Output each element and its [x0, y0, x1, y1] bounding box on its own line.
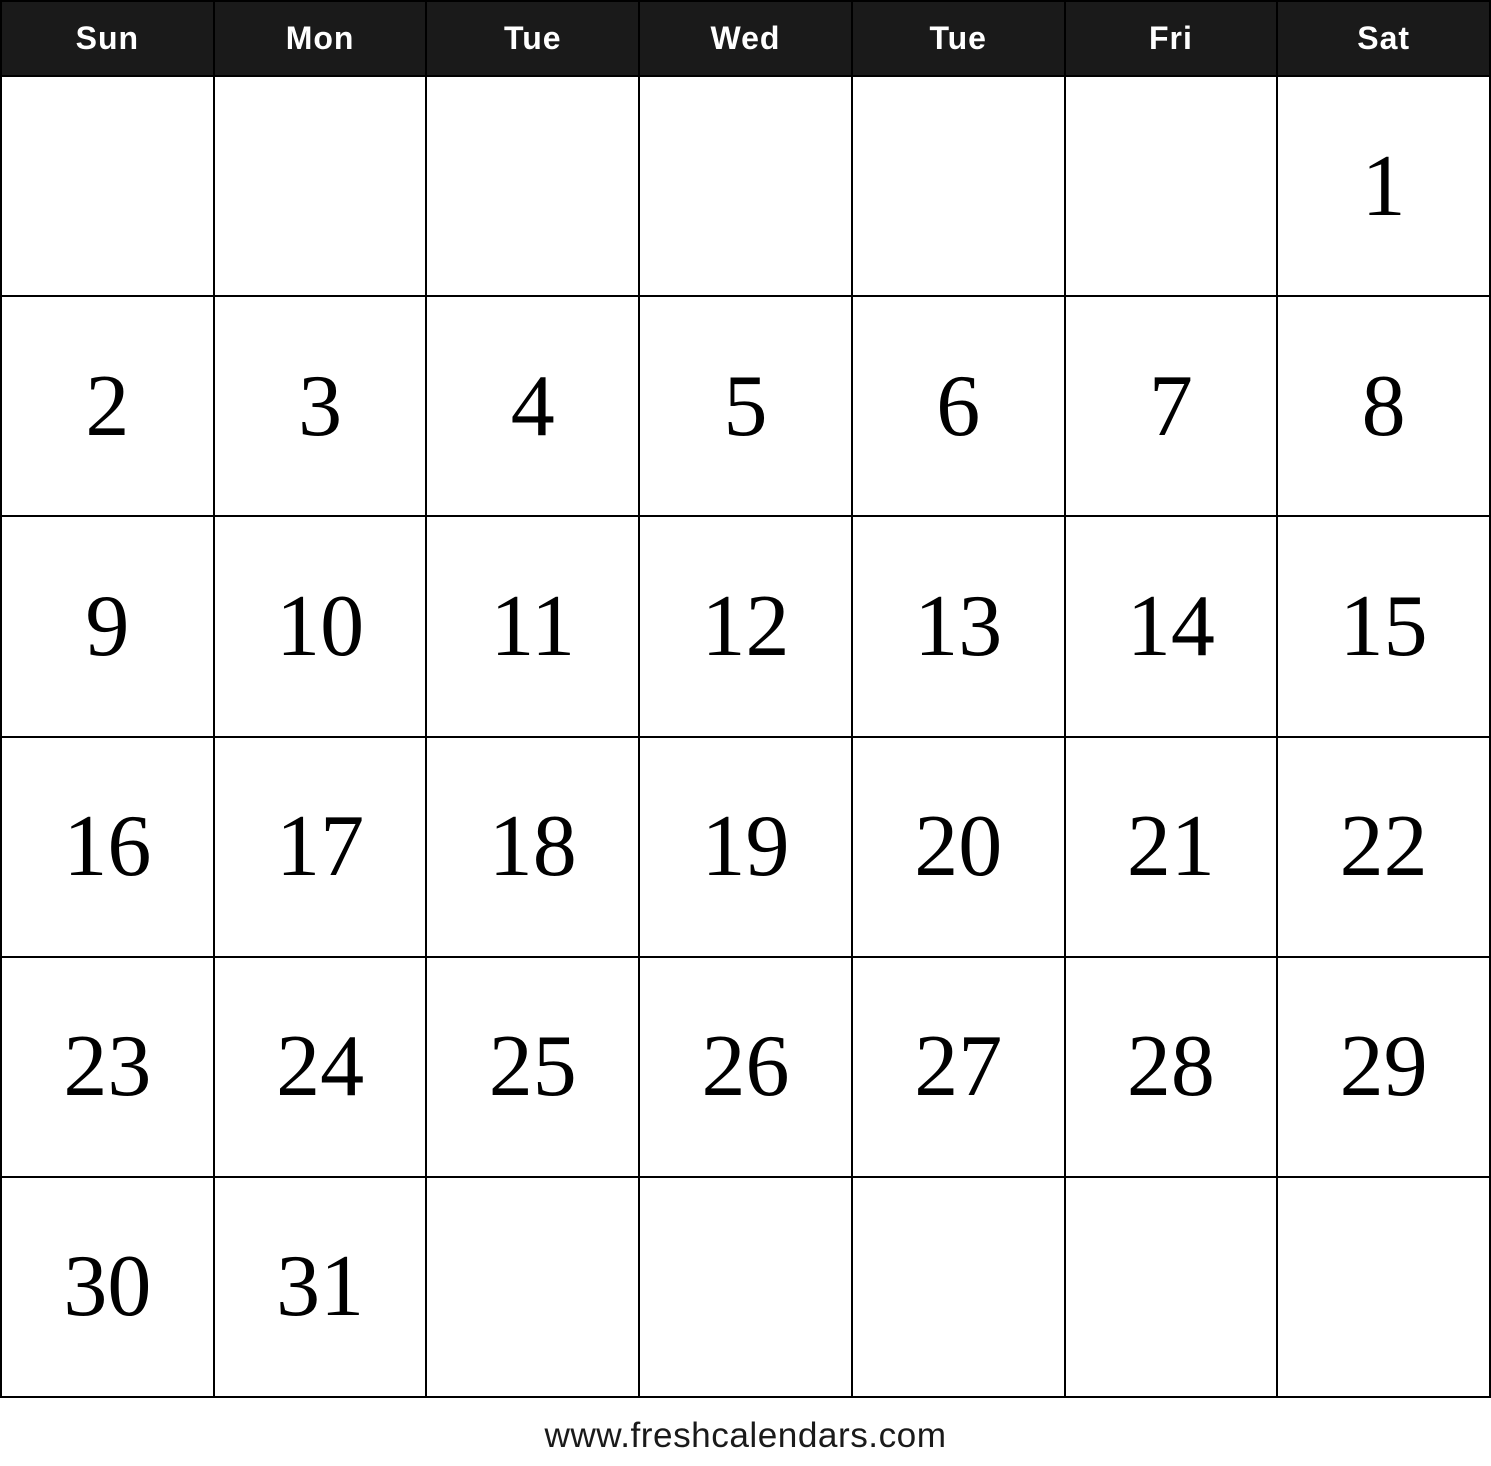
day-number: 14	[1127, 576, 1215, 677]
day-number: 19	[701, 796, 789, 897]
day-number: 1	[1362, 136, 1406, 237]
day-number: 18	[489, 796, 577, 897]
day-number: 9	[85, 576, 129, 677]
calendar-grid: SunMonTueWedTueFriSat1234567891011121314…	[0, 0, 1491, 1398]
day-cell: 11	[427, 517, 640, 737]
day-number: 21	[1127, 796, 1215, 897]
empty-day-cell	[427, 1178, 640, 1398]
day-number: 28	[1127, 1016, 1215, 1117]
day-number: 4	[511, 356, 555, 457]
day-header: Mon	[215, 2, 428, 77]
day-cell: 6	[853, 297, 1066, 517]
day-cell: 27	[853, 958, 1066, 1178]
day-cell: 30	[2, 1178, 215, 1398]
empty-day-cell	[853, 77, 1066, 297]
day-cell: 2	[2, 297, 215, 517]
empty-day-cell	[640, 1178, 853, 1398]
day-cell: 19	[640, 738, 853, 958]
day-cell: 25	[427, 958, 640, 1178]
day-cell: 28	[1066, 958, 1279, 1178]
day-number: 3	[298, 356, 342, 457]
day-header: Wed	[640, 2, 853, 77]
day-number: 29	[1340, 1016, 1428, 1117]
calendar-wrapper: SunMonTueWedTueFriSat1234567891011121314…	[0, 0, 1491, 1466]
day-number: 17	[276, 796, 364, 897]
day-cell: 20	[853, 738, 1066, 958]
day-number: 27	[914, 1016, 1002, 1117]
day-cell: 9	[2, 517, 215, 737]
day-cell: 1	[1278, 77, 1491, 297]
day-cell: 23	[2, 958, 215, 1178]
empty-day-cell	[1278, 1178, 1491, 1398]
empty-day-cell	[2, 77, 215, 297]
day-number: 25	[489, 1016, 577, 1117]
empty-day-cell	[427, 77, 640, 297]
day-number: 2	[85, 356, 129, 457]
day-cell: 18	[427, 738, 640, 958]
day-number: 10	[276, 576, 364, 677]
day-header: Tue	[427, 2, 640, 77]
day-number: 22	[1340, 796, 1428, 897]
day-number: 7	[1149, 356, 1193, 457]
day-cell: 29	[1278, 958, 1491, 1178]
day-cell: 12	[640, 517, 853, 737]
day-number: 26	[701, 1016, 789, 1117]
day-number: 8	[1362, 356, 1406, 457]
day-cell: 10	[215, 517, 428, 737]
day-cell: 3	[215, 297, 428, 517]
day-number: 24	[276, 1016, 364, 1117]
footer-url: www.freshcalendars.com	[0, 1398, 1491, 1466]
day-cell: 24	[215, 958, 428, 1178]
day-number: 16	[63, 796, 151, 897]
day-cell: 13	[853, 517, 1066, 737]
day-header: Sat	[1278, 2, 1491, 77]
day-cell: 14	[1066, 517, 1279, 737]
day-number: 11	[490, 576, 575, 677]
day-number: 5	[723, 356, 767, 457]
day-number: 12	[701, 576, 789, 677]
day-cell: 31	[215, 1178, 428, 1398]
day-number: 6	[936, 356, 980, 457]
empty-day-cell	[640, 77, 853, 297]
day-cell: 7	[1066, 297, 1279, 517]
day-number: 20	[914, 796, 1002, 897]
empty-day-cell	[1066, 1178, 1279, 1398]
empty-day-cell	[853, 1178, 1066, 1398]
day-cell: 5	[640, 297, 853, 517]
day-header: Tue	[853, 2, 1066, 77]
day-number: 23	[63, 1016, 151, 1117]
day-cell: 4	[427, 297, 640, 517]
day-header: Sun	[2, 2, 215, 77]
day-cell: 15	[1278, 517, 1491, 737]
day-cell: 26	[640, 958, 853, 1178]
day-number: 13	[914, 576, 1002, 677]
day-number: 15	[1340, 576, 1428, 677]
day-cell: 17	[215, 738, 428, 958]
day-cell: 16	[2, 738, 215, 958]
day-number: 30	[63, 1236, 151, 1337]
day-header: Fri	[1066, 2, 1279, 77]
empty-day-cell	[1066, 77, 1279, 297]
day-cell: 8	[1278, 297, 1491, 517]
empty-day-cell	[215, 77, 428, 297]
day-cell: 21	[1066, 738, 1279, 958]
day-cell: 22	[1278, 738, 1491, 958]
day-number: 31	[276, 1236, 364, 1337]
